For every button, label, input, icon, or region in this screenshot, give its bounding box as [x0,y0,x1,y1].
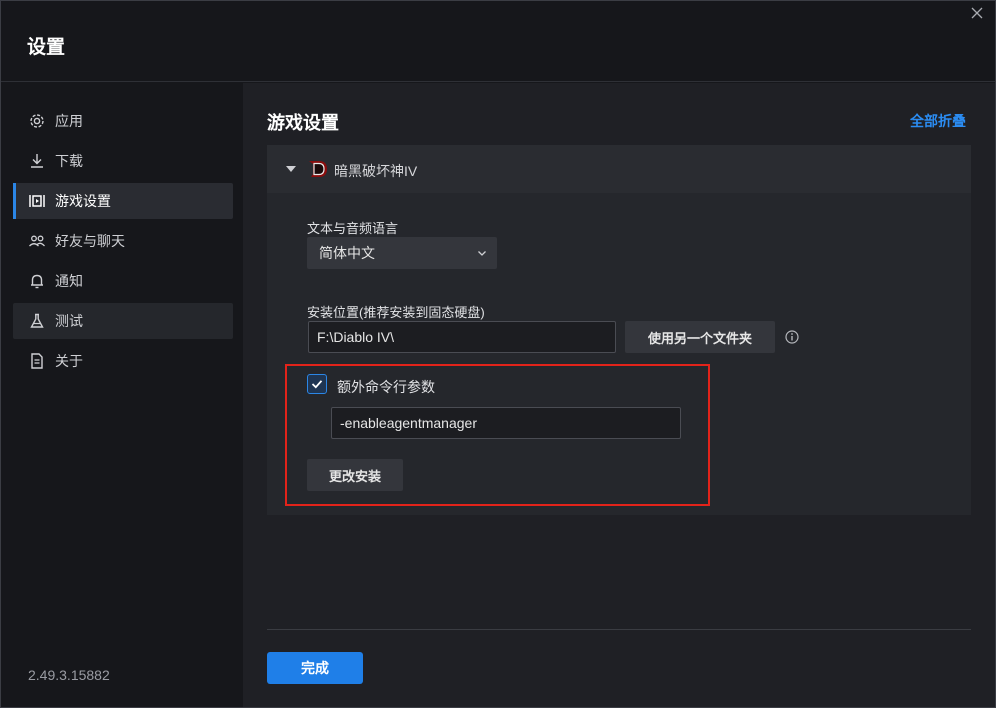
diablo-logo-icon [309,161,327,177]
flask-icon [27,311,47,331]
window-title: 设置 [27,37,66,58]
sidebar-item-game-settings[interactable]: 游戏设置 [13,183,233,219]
sidebar: 应用 下载 游戏设置 好友与聊天 通知 测试 关于 2.49.3.15882 [1,83,243,707]
sidebar-item-label: 测试 [55,313,83,329]
collapse-all-link[interactable]: 全部折叠 [910,111,966,131]
language-select-value: 简体中文 [319,245,375,261]
use-another-folder-button[interactable]: 使用另一个文件夹 [625,321,775,353]
game-name: 暗黑破坏神IV [334,163,418,179]
game-settings-card: 暗黑破坏神IV 文本与音频语言 简体中文 安装位置(推荐安装到固态硬盘) F:\… [267,145,971,515]
sidebar-item-app[interactable]: 应用 [13,103,233,139]
sidebar-item-label: 关于 [55,353,83,369]
footer-divider [267,629,971,630]
sidebar-item-test[interactable]: 测试 [13,303,233,339]
install-path-value: F:\Diablo IV\ [317,329,395,345]
sidebar-item-label: 通知 [55,273,83,289]
document-icon [27,351,47,371]
extra-args-label: 额外命令行参数 [337,379,435,395]
close-icon[interactable] [969,5,985,21]
extra-args-value: -enableagentmanager [340,415,477,431]
main-panel: 游戏设置 全部折叠 暗黑破坏神IV 文本与音频语言 简体中文 安装位置(推荐安装… [243,83,995,707]
install-location-label: 安装位置(推荐安装到固态硬盘) [307,305,485,320]
sidebar-item-friends[interactable]: 好友与聊天 [13,223,233,259]
sidebar-item-notifications[interactable]: 通知 [13,263,233,299]
sidebar-item-label: 好友与聊天 [55,233,125,249]
caret-down-icon [286,166,296,172]
sidebar-item-label: 应用 [55,113,83,129]
extra-args-input[interactable]: -enableagentmanager [331,407,681,439]
game-settings-icon [27,191,47,211]
version-text: 2.49.3.15882 [28,667,110,683]
gear-icon [27,111,47,131]
sidebar-item-about[interactable]: 关于 [13,343,233,379]
sidebar-item-download[interactable]: 下载 [13,143,233,179]
language-select[interactable]: 简体中文 [307,237,497,269]
install-path-input[interactable]: F:\Diablo IV\ [308,321,616,353]
sidebar-item-label: 游戏设置 [55,193,111,209]
bell-icon [27,271,47,291]
page-title: 游戏设置 [267,113,339,133]
download-icon [27,151,47,171]
title-bar: 设置 [1,1,995,82]
info-icon[interactable] [785,330,799,344]
settings-window: 设置 应用 下载 游戏设置 好友与聊天 通知 测试 关于 2.49.3.1588… [0,0,996,708]
extra-args-checkbox[interactable] [307,374,327,394]
chevron-down-icon [478,251,486,256]
check-icon [311,380,323,389]
sidebar-item-label: 下载 [55,153,83,169]
done-button[interactable]: 完成 [267,652,363,684]
game-card-header[interactable]: 暗黑破坏神IV [267,145,971,193]
language-label: 文本与音频语言 [307,221,399,236]
friends-icon [27,231,47,251]
change-install-button[interactable]: 更改安装 [307,459,403,491]
